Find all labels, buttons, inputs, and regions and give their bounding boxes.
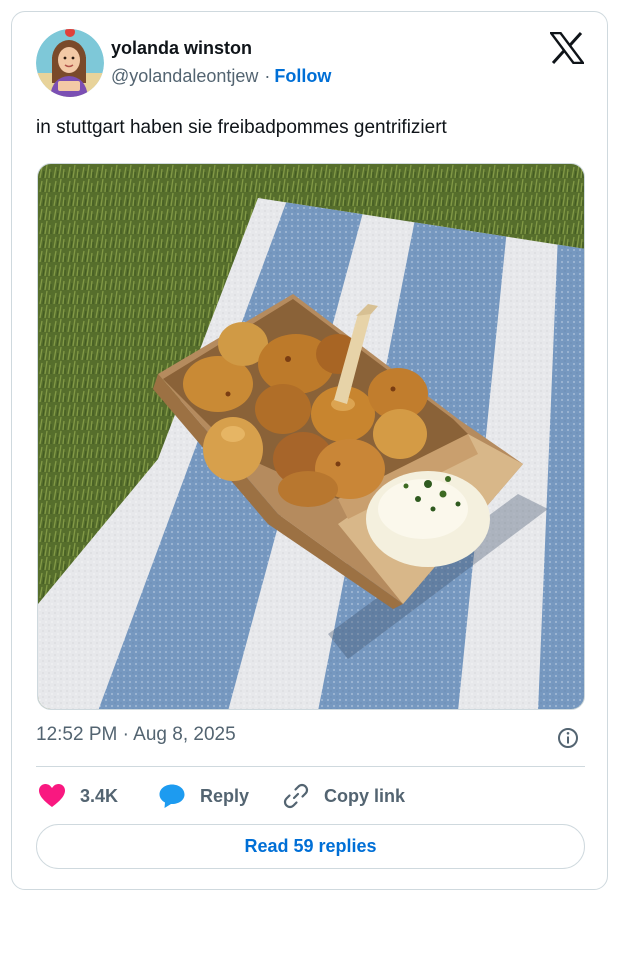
tweet-card: yolanda winston @yolandaleontjew · Follow … bbox=[11, 11, 608, 890]
reply-button[interactable]: Reply bbox=[158, 782, 249, 810]
info-icon[interactable] bbox=[556, 726, 580, 750]
like-button[interactable]: 3.4K bbox=[38, 782, 118, 810]
avatar-illustration-icon bbox=[36, 29, 104, 97]
read-replies-button[interactable]: Read 59 replies bbox=[36, 824, 585, 869]
tweet-text: in stuttgart haben sie freibadpommes gen… bbox=[36, 117, 447, 138]
tweet-photo[interactable] bbox=[37, 163, 585, 710]
link-icon bbox=[283, 783, 309, 809]
reply-bubble-icon bbox=[159, 784, 185, 808]
divider bbox=[36, 766, 585, 767]
like-count: 3.4K bbox=[80, 785, 119, 806]
author-display-name[interactable]: yolanda winston bbox=[111, 38, 252, 59]
photo-fries-on-striped-towel-icon bbox=[38, 164, 584, 709]
author-handle[interactable]: @yolandaleontjew bbox=[111, 66, 258, 86]
separator-dot: · bbox=[264, 66, 271, 86]
follow-button[interactable]: Follow bbox=[274, 66, 331, 86]
avatar[interactable] bbox=[36, 29, 104, 97]
tweet-timestamp[interactable]: 12:52 PM · Aug 8, 2025 bbox=[36, 724, 236, 746]
copy-link-label: Copy link bbox=[324, 785, 406, 806]
copy-link-button[interactable]: Copy link bbox=[282, 782, 405, 810]
author-handle-row: @yolandaleontjew · Follow bbox=[111, 66, 331, 87]
heart-icon bbox=[39, 784, 65, 807]
reply-label: Reply bbox=[200, 785, 250, 806]
x-logo-icon[interactable] bbox=[548, 31, 586, 65]
